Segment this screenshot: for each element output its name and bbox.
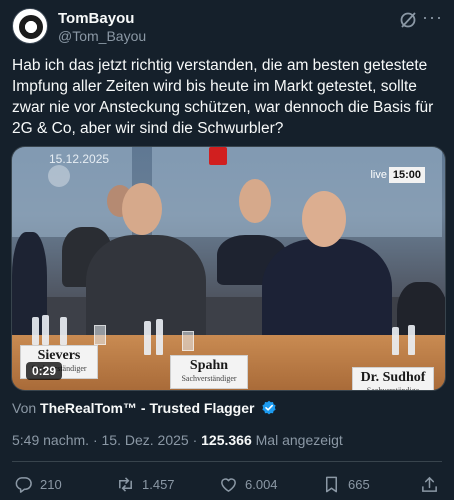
avatar-logo (19, 15, 43, 39)
tweet-header: TomBayou @Tom_Bayou ··· (12, 8, 442, 48)
bottle (32, 317, 39, 345)
like-button[interactable]: 6.004 (219, 473, 278, 495)
nameplate-sudhof: Dr. Sudhof Sachverständige (352, 367, 434, 390)
person-back-center-head (239, 179, 271, 223)
user-handle[interactable]: @Tom_Bayou (58, 28, 146, 44)
bottle (392, 327, 399, 355)
avatar[interactable] (12, 8, 48, 44)
share-button[interactable] (420, 473, 439, 495)
person-sievers-head (122, 183, 162, 235)
divider (12, 461, 442, 462)
glass (182, 331, 194, 351)
bookmark-count: 665 (348, 476, 370, 492)
meta-separator: · (192, 432, 202, 448)
bottle (156, 319, 163, 355)
meta-separator: · (92, 432, 102, 448)
source-attribution: Von TheRealTom™ - Trusted Flagger (12, 400, 277, 416)
reply-count: 210 (40, 476, 62, 492)
video-player[interactable]: 15.12.2025 live 15:00 Sievers Sachverstä… (11, 146, 446, 391)
verified-badge-icon (262, 400, 276, 415)
video-date-overlay: 15.12.2025 (49, 152, 110, 166)
tweet-time[interactable]: 5:49 nachm. (12, 432, 89, 448)
share-icon (422, 476, 437, 492)
view-count: 125.366 (201, 432, 252, 448)
reply-icon (15, 476, 32, 493)
display-name[interactable]: TomBayou (58, 10, 134, 27)
repost-icon (119, 476, 132, 492)
flag-icon (209, 147, 227, 165)
reply-button[interactable]: 210 (14, 473, 62, 495)
source-name[interactable]: TheRealTom™ - Trusted Flagger (40, 400, 254, 416)
more-options-icon[interactable]: ··· (422, 8, 442, 28)
bookmark-icon (325, 476, 338, 492)
glass (94, 325, 106, 345)
tweet-date[interactable]: 15. Dez. 2025 (102, 432, 189, 448)
heart-icon (221, 477, 236, 492)
tweet-text: Hab ich das jetzt richtig verstanden, di… (12, 57, 434, 137)
bottle (144, 321, 151, 355)
bottle (42, 315, 49, 345)
repost-count: 1.457 (142, 476, 175, 492)
video-duration: 0:29 (26, 362, 63, 380)
source-prefix: Von (12, 400, 37, 416)
repost-button[interactable]: 1.457 (116, 473, 175, 495)
live-label: live (370, 169, 387, 181)
action-bar: 210 1.457 6.004 665 (12, 473, 442, 495)
person-spahn-head (302, 191, 346, 247)
bookmark-button[interactable]: 665 (322, 473, 370, 495)
bundestag-eagle-icon (48, 165, 70, 187)
views-label: Mal angezeigt (255, 432, 343, 448)
bottle (408, 325, 415, 355)
nameplate-spahn: Spahn Sachverständiger (170, 355, 248, 389)
tweet-meta: 5:49 nachm. · 15. Dez. 2025 · 125.366 Ma… (12, 432, 343, 448)
grok-icon[interactable] (398, 10, 418, 30)
live-time: 15:00 (388, 167, 425, 183)
bottle (60, 317, 67, 345)
like-count: 6.004 (245, 476, 278, 492)
